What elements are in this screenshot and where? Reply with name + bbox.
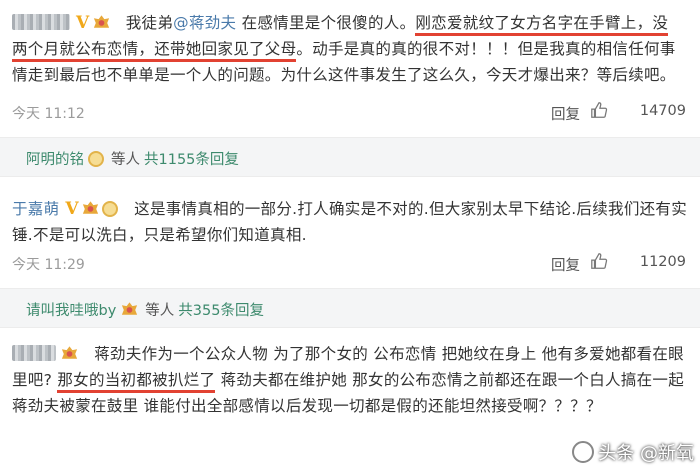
reply-count[interactable]: 共355条回复 — [178, 303, 264, 319]
comment-2: 于嘉萌 V 这是事情真相的一部分.打人确实是不对的.但大家别太早下结论.后续我们还… — [0, 190, 700, 278]
comment-1-text: V 我徒弟@蒋劲夫 在感情里是个很傻的人。刚恋爱就纹了女方名字在手臂上，没 两个… — [12, 10, 690, 88]
reply-username[interactable]: 阿明的铭 — [26, 152, 84, 168]
like-count: 11209 — [639, 254, 686, 270]
member-badge-icon — [82, 201, 99, 214]
reply-etc: 等人 — [111, 152, 140, 168]
reply-count[interactable]: 共1155条回复 — [144, 152, 239, 168]
comment-1: V 我徒弟@蒋劲夫 在感情里是个很傻的人。刚恋爱就纹了女方名字在手臂上，没 两个… — [0, 0, 700, 132]
reply-button[interactable]: 回复 — [551, 254, 580, 275]
toutiao-logo-icon — [572, 441, 595, 463]
blurred-username[interactable] — [12, 345, 56, 361]
medal-icon — [88, 151, 104, 167]
blurred-username[interactable] — [12, 14, 70, 30]
replies-summary-1[interactable]: 阿明的铭 等人 共1155条回复 — [0, 137, 700, 177]
reply-etc: 等人 — [145, 303, 175, 319]
mention-link[interactable]: @蒋劲夫 — [173, 14, 236, 32]
reply-username[interactable]: 请叫我哇哦by — [26, 303, 116, 319]
reply-button[interactable]: 回复 — [551, 103, 580, 124]
like-count: 14709 — [639, 103, 686, 119]
comment-2-text: 于嘉萌 V 这是事情真相的一部分.打人确实是不对的.但大家别太早下结论.后续我们还… — [12, 196, 690, 248]
comment-text-a: 我徒弟 — [125, 14, 174, 32]
comment-text-b: 在感情里是个很傻的人。 — [236, 14, 416, 32]
member-badge-icon — [122, 302, 138, 315]
watermark-text: 头条 @新氧 — [598, 443, 694, 464]
thumbs-up-icon[interactable] — [590, 101, 608, 119]
member-badge-icon — [61, 346, 78, 359]
thumbs-up-icon[interactable] — [590, 252, 608, 270]
medal-icon — [101, 201, 118, 217]
timestamp: 今天 11:29 — [12, 257, 85, 273]
highlighted-text-1: 刚恋爱就纹了女方名字在手臂上，没 — [415, 14, 669, 36]
watermark: 头条 @新氧 — [572, 439, 694, 465]
highlighted-text-2: 两个月就公布恋情，还带她回家见了父母 — [12, 40, 297, 62]
timestamp: 今天 11:12 — [12, 106, 85, 122]
member-badge-icon — [93, 15, 109, 28]
username[interactable]: 于嘉萌 — [12, 200, 59, 218]
highlighted-text: 那女的当初都被扒烂了 — [57, 371, 216, 393]
replies-summary-2[interactable]: 请叫我哇哦by 等人 共355条回复 — [0, 288, 700, 328]
v-badge-icon: V — [65, 199, 79, 219]
v-badge-icon: V — [76, 13, 90, 33]
comment-3-text: 蒋劲夫作为一个公众人物 为了那个女的 公布恋情 把她纹在身上 他有多爱她都看在眼… — [12, 341, 690, 419]
